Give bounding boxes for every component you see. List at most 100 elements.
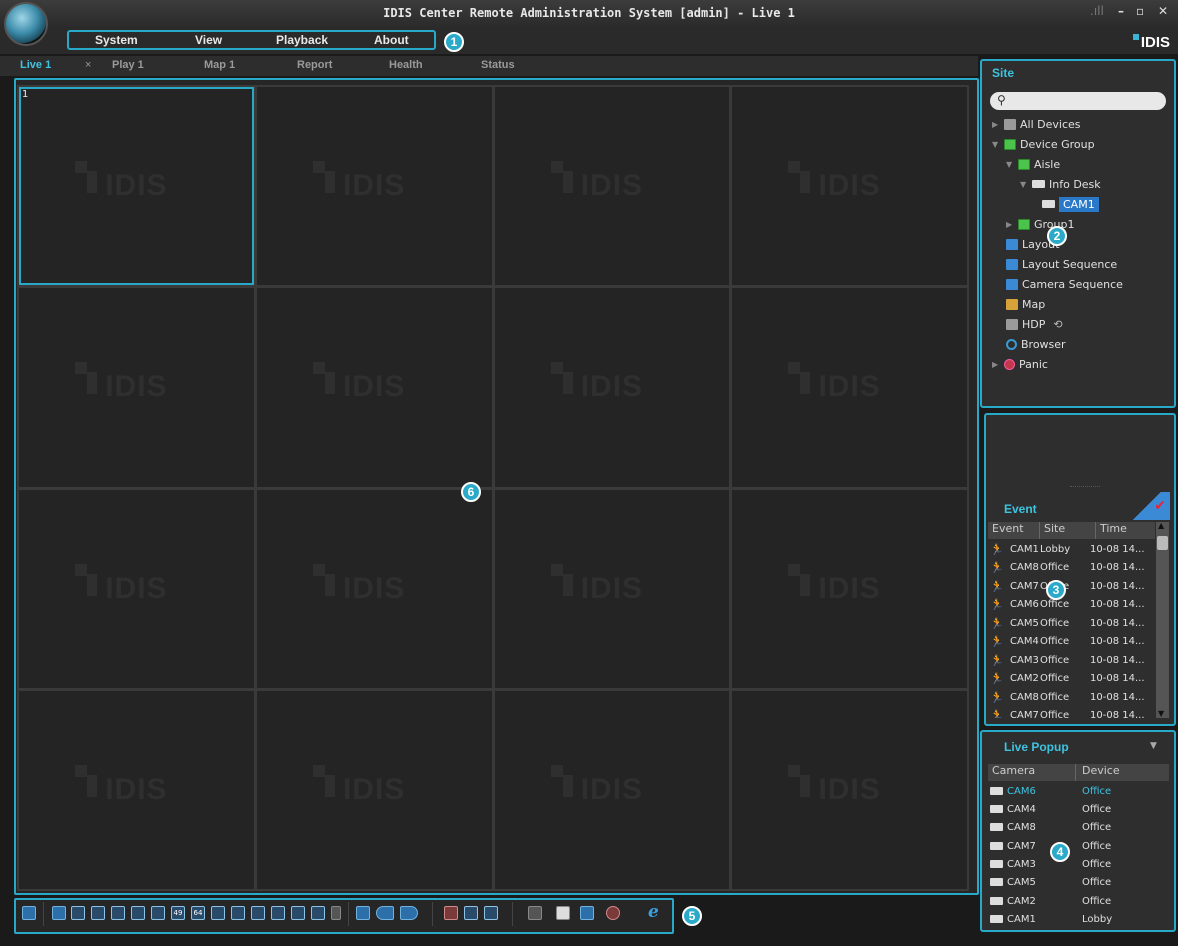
monitor-icon[interactable]	[580, 906, 594, 920]
alarm-out-icon[interactable]	[444, 906, 458, 920]
tab-map-1[interactable]: Map 1	[204, 59, 235, 71]
menu-system[interactable]: System	[95, 33, 138, 47]
menu-playback[interactable]: Playback	[276, 33, 328, 47]
layout-1x1-icon[interactable]	[52, 906, 66, 920]
tab-status[interactable]: Status	[481, 59, 515, 71]
tree-item-camera-sequence[interactable]: Camera Sequence	[992, 274, 1172, 294]
layout-custom-3-icon[interactable]	[251, 906, 265, 920]
tab-health[interactable]: Health	[389, 59, 423, 71]
live-popup-row[interactable]: CAM6 Office	[990, 782, 1170, 800]
menu-about[interactable]: About	[374, 33, 409, 47]
live-popup-row[interactable]: CAM2 Office	[990, 892, 1170, 910]
site-search-input[interactable]: ⚲	[990, 92, 1166, 110]
layout-custom-6-icon[interactable]	[311, 906, 325, 920]
live-popup-row[interactable]: CAM1 Lobby	[990, 910, 1170, 928]
layout-custom-1-icon[interactable]	[211, 906, 225, 920]
video-cell[interactable]: IDIS	[494, 288, 730, 487]
tree-item-map[interactable]: Map	[992, 294, 1172, 314]
column-time[interactable]: Time	[1096, 522, 1155, 539]
app-logo-icon[interactable]	[4, 2, 48, 46]
live-popup-row[interactable]: CAM4 Office	[990, 800, 1170, 818]
tab-play-1[interactable]: Play 1	[112, 59, 144, 71]
video-cell[interactable]: IDIS	[19, 489, 254, 688]
camera-group-icon[interactable]	[528, 906, 542, 920]
tree-item-cam1[interactable]: CAM1	[992, 194, 1172, 214]
layout-4x4-icon[interactable]	[111, 906, 125, 920]
video-cell[interactable]: IDIS	[19, 288, 254, 487]
event-row[interactable]: 🏃CAM7Office10-08 14...	[990, 577, 1156, 596]
fullscreen-icon[interactable]	[356, 906, 370, 920]
menu-view[interactable]: View	[195, 33, 222, 47]
live-popup-row[interactable]: CAM8 Office	[990, 818, 1170, 836]
layout-5x5-icon[interactable]	[131, 906, 145, 920]
close-button[interactable]: ✕	[1158, 4, 1168, 18]
event-row[interactable]: 🏃 CAM6 Office 10-08 14...	[990, 595, 1156, 614]
video-cell[interactable]: IDIS	[256, 87, 492, 286]
restore-button[interactable]: ▫	[1136, 4, 1144, 18]
video-cell[interactable]: IDIS	[732, 690, 967, 889]
layout-more-icon[interactable]	[331, 906, 341, 920]
event-alert-icon[interactable]: ✔	[1124, 492, 1170, 520]
event-row[interactable]: 🏃 CAM5 Office 10-08 14...	[990, 614, 1156, 633]
event-scrollbar[interactable]: ▲ ▼	[1156, 521, 1169, 718]
column-camera[interactable]: Camera	[988, 764, 1076, 781]
scroll-up-icon[interactable]: ▲	[1158, 521, 1164, 530]
video-cell[interactable]: 1 IDIS	[19, 87, 254, 286]
tree-item-panic[interactable]: ▶ Panic	[992, 354, 1172, 374]
screen-select-icon[interactable]	[22, 906, 36, 920]
text-overlay-icon[interactable]	[556, 906, 570, 920]
tab-close-icon[interactable]: ×	[85, 59, 91, 71]
column-device[interactable]: Device	[1076, 764, 1120, 781]
tree-item-browser[interactable]: Browser	[992, 334, 1172, 354]
video-cell[interactable]: IDIS	[256, 288, 492, 487]
tab-report[interactable]: Report	[297, 59, 332, 71]
layout-custom-4-icon[interactable]	[271, 906, 285, 920]
event-layout-icon[interactable]	[464, 906, 478, 920]
event-row[interactable]: 🏃 CAM2 Office 10-08 14...	[990, 669, 1156, 688]
event-row[interactable]: 🏃 CAM3 Office 10-08 14...	[990, 651, 1156, 670]
tab-live-1[interactable]: Live 1	[20, 59, 51, 71]
video-cell[interactable]: IDIS	[494, 489, 730, 688]
event-row[interactable]: 🏃CAM7Office10-08 14...	[990, 706, 1156, 718]
column-event[interactable]: Event	[988, 522, 1040, 539]
layout-custom-5-icon[interactable]	[291, 906, 305, 920]
video-cell[interactable]: IDIS	[732, 87, 967, 286]
live-popup-row[interactable]: CAM5 Office	[990, 873, 1170, 891]
resize-handle[interactable]	[1070, 486, 1100, 488]
next-page-icon[interactable]	[400, 906, 418, 920]
tree-item-aisle[interactable]: ▼ Aisle	[992, 154, 1172, 174]
video-cell[interactable]: IDIS	[732, 288, 967, 487]
video-cell[interactable]: IDIS	[494, 690, 730, 889]
previous-page-icon[interactable]	[376, 906, 394, 920]
layout-49-icon[interactable]: 49	[171, 906, 185, 920]
tree-item-device-group[interactable]: ▼ Device Group	[992, 134, 1172, 154]
minimize-button[interactable]: –	[1118, 4, 1124, 18]
video-cell[interactable]: IDIS	[256, 690, 492, 889]
tree-item-hdp[interactable]: HDP ⟲	[992, 314, 1172, 334]
tree-item-info-desk[interactable]: ▼ Info Desk	[992, 174, 1172, 194]
video-cell[interactable]: IDIS	[19, 690, 254, 889]
refresh-icon[interactable]: ⟲	[1053, 318, 1062, 331]
tree-item-all-devices[interactable]: ▶ All Devices	[992, 114, 1172, 134]
layout-2x2-icon[interactable]	[71, 906, 85, 920]
video-cell[interactable]: IDIS	[256, 489, 492, 688]
live-popup-row[interactable]: CAM3 Office	[990, 855, 1170, 873]
event-row[interactable]: 🏃 CAM8 Office 10-08 14...	[990, 688, 1156, 707]
scroll-thumb[interactable]	[1157, 536, 1168, 550]
tree-item-layout[interactable]: Layout	[992, 234, 1172, 254]
tree-item-group1[interactable]: ▶ Group1	[992, 214, 1172, 234]
video-cell[interactable]: IDIS	[494, 87, 730, 286]
tree-item-layout-sequence[interactable]: Layout Sequence	[992, 254, 1172, 274]
layout-custom-2-icon[interactable]	[231, 906, 245, 920]
scroll-down-icon[interactable]: ▼	[1158, 709, 1164, 718]
layout-64-icon[interactable]: 64	[191, 906, 205, 920]
sequence-layout-icon[interactable]	[484, 906, 498, 920]
event-row[interactable]: 🏃 CAM4 Office 10-08 14...	[990, 632, 1156, 651]
browser-icon[interactable]: e	[648, 902, 659, 922]
record-icon[interactable]	[606, 906, 620, 920]
event-row[interactable]: 🏃 CAM1 Lobby 10-08 14...	[990, 540, 1156, 559]
layout-3x3-icon[interactable]	[91, 906, 105, 920]
video-cell[interactable]: IDIS	[732, 489, 967, 688]
chevron-down-icon[interactable]: ▼	[1150, 741, 1157, 751]
live-popup-row[interactable]: CAM7 Office	[990, 837, 1170, 855]
